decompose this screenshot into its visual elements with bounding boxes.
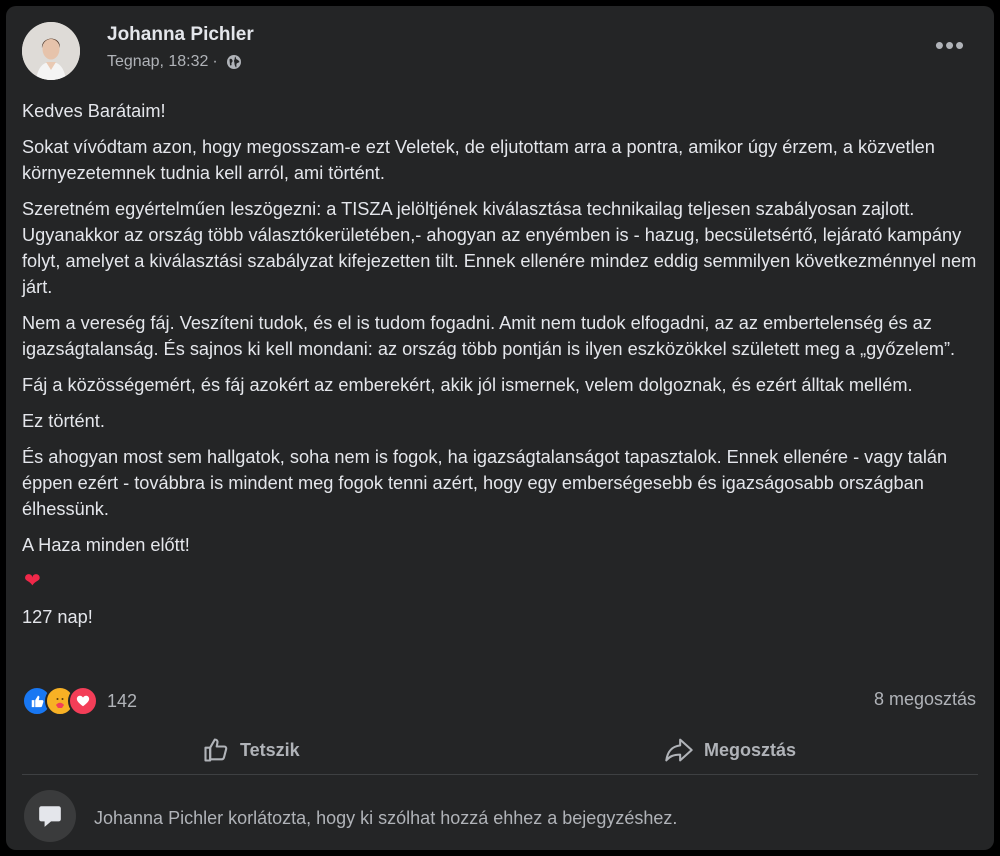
love-icon bbox=[68, 686, 98, 716]
post-body: Kedves Barátaim! Sokat vívódtam azon, ho… bbox=[22, 98, 980, 640]
post-paragraph: Ugyanakkor az ország több választókerüle… bbox=[22, 225, 977, 297]
post-card: Johanna Pichler Tegnap, 18:32 · ••• Kedv… bbox=[6, 6, 994, 850]
author-name[interactable]: Johanna Pichler bbox=[107, 24, 254, 46]
post-paragraph: Szeretném egyértelműen leszögezni: a TIS… bbox=[22, 199, 915, 219]
reactions-summary[interactable]: 142 bbox=[22, 686, 137, 716]
share-button-label: Megosztás bbox=[704, 739, 797, 760]
comment-bubble-icon bbox=[24, 790, 76, 842]
share-button[interactable]: Megosztás bbox=[664, 724, 796, 776]
post-actions: Tetszik Megosztás bbox=[22, 724, 978, 776]
more-options-icon[interactable]: ••• bbox=[932, 32, 968, 60]
post-timestamp[interactable]: Tegnap, 18:32 bbox=[107, 53, 208, 71]
post-paragraph: Kedves Barátaim! bbox=[22, 101, 166, 121]
hungarian-flag-icon bbox=[199, 538, 221, 552]
post-paragraph: 127 nap! bbox=[22, 607, 93, 627]
comments-divider bbox=[22, 774, 978, 775]
heart-icon: ❤ bbox=[24, 570, 41, 592]
post-paragraph: A Haza minden előtt! bbox=[22, 532, 980, 558]
post-header: Johanna Pichler Tegnap, 18:32 · ••• bbox=[22, 22, 978, 82]
post-paragraph: Sokat vívódtam azon, hogy megosszam-e ez… bbox=[22, 137, 935, 183]
post-paragraph: Fáj a közösségemért, és fáj azokért az e… bbox=[22, 375, 913, 395]
closing-line: A Haza minden előtt! bbox=[22, 535, 190, 555]
like-button[interactable]: Tetszik bbox=[202, 724, 300, 776]
post-paragraph: Ez történt. bbox=[22, 411, 105, 431]
post-paragraph: Nem a vereség fáj. Veszíteni tudok, és e… bbox=[22, 313, 956, 359]
share-count[interactable]: 8 megosztás bbox=[874, 689, 976, 710]
post-meta: Tegnap, 18:32 · bbox=[107, 53, 242, 71]
like-button-label: Tetszik bbox=[240, 739, 300, 760]
post-paragraph: És ahogyan most sem hallgatok, soha nem … bbox=[22, 447, 948, 519]
meta-separator: · bbox=[212, 53, 218, 70]
globe-icon[interactable] bbox=[226, 54, 242, 70]
thumbs-up-icon bbox=[204, 738, 228, 762]
comments-restricted-text: Johanna Pichler korlátozta, hogy ki szól… bbox=[94, 808, 678, 828]
reaction-count[interactable]: 142 bbox=[107, 691, 137, 712]
comments-restricted-notice: Johanna Pichler korlátozta, hogy ki szól… bbox=[22, 786, 978, 846]
author-avatar[interactable] bbox=[22, 22, 80, 80]
share-arrow-icon bbox=[665, 738, 693, 762]
